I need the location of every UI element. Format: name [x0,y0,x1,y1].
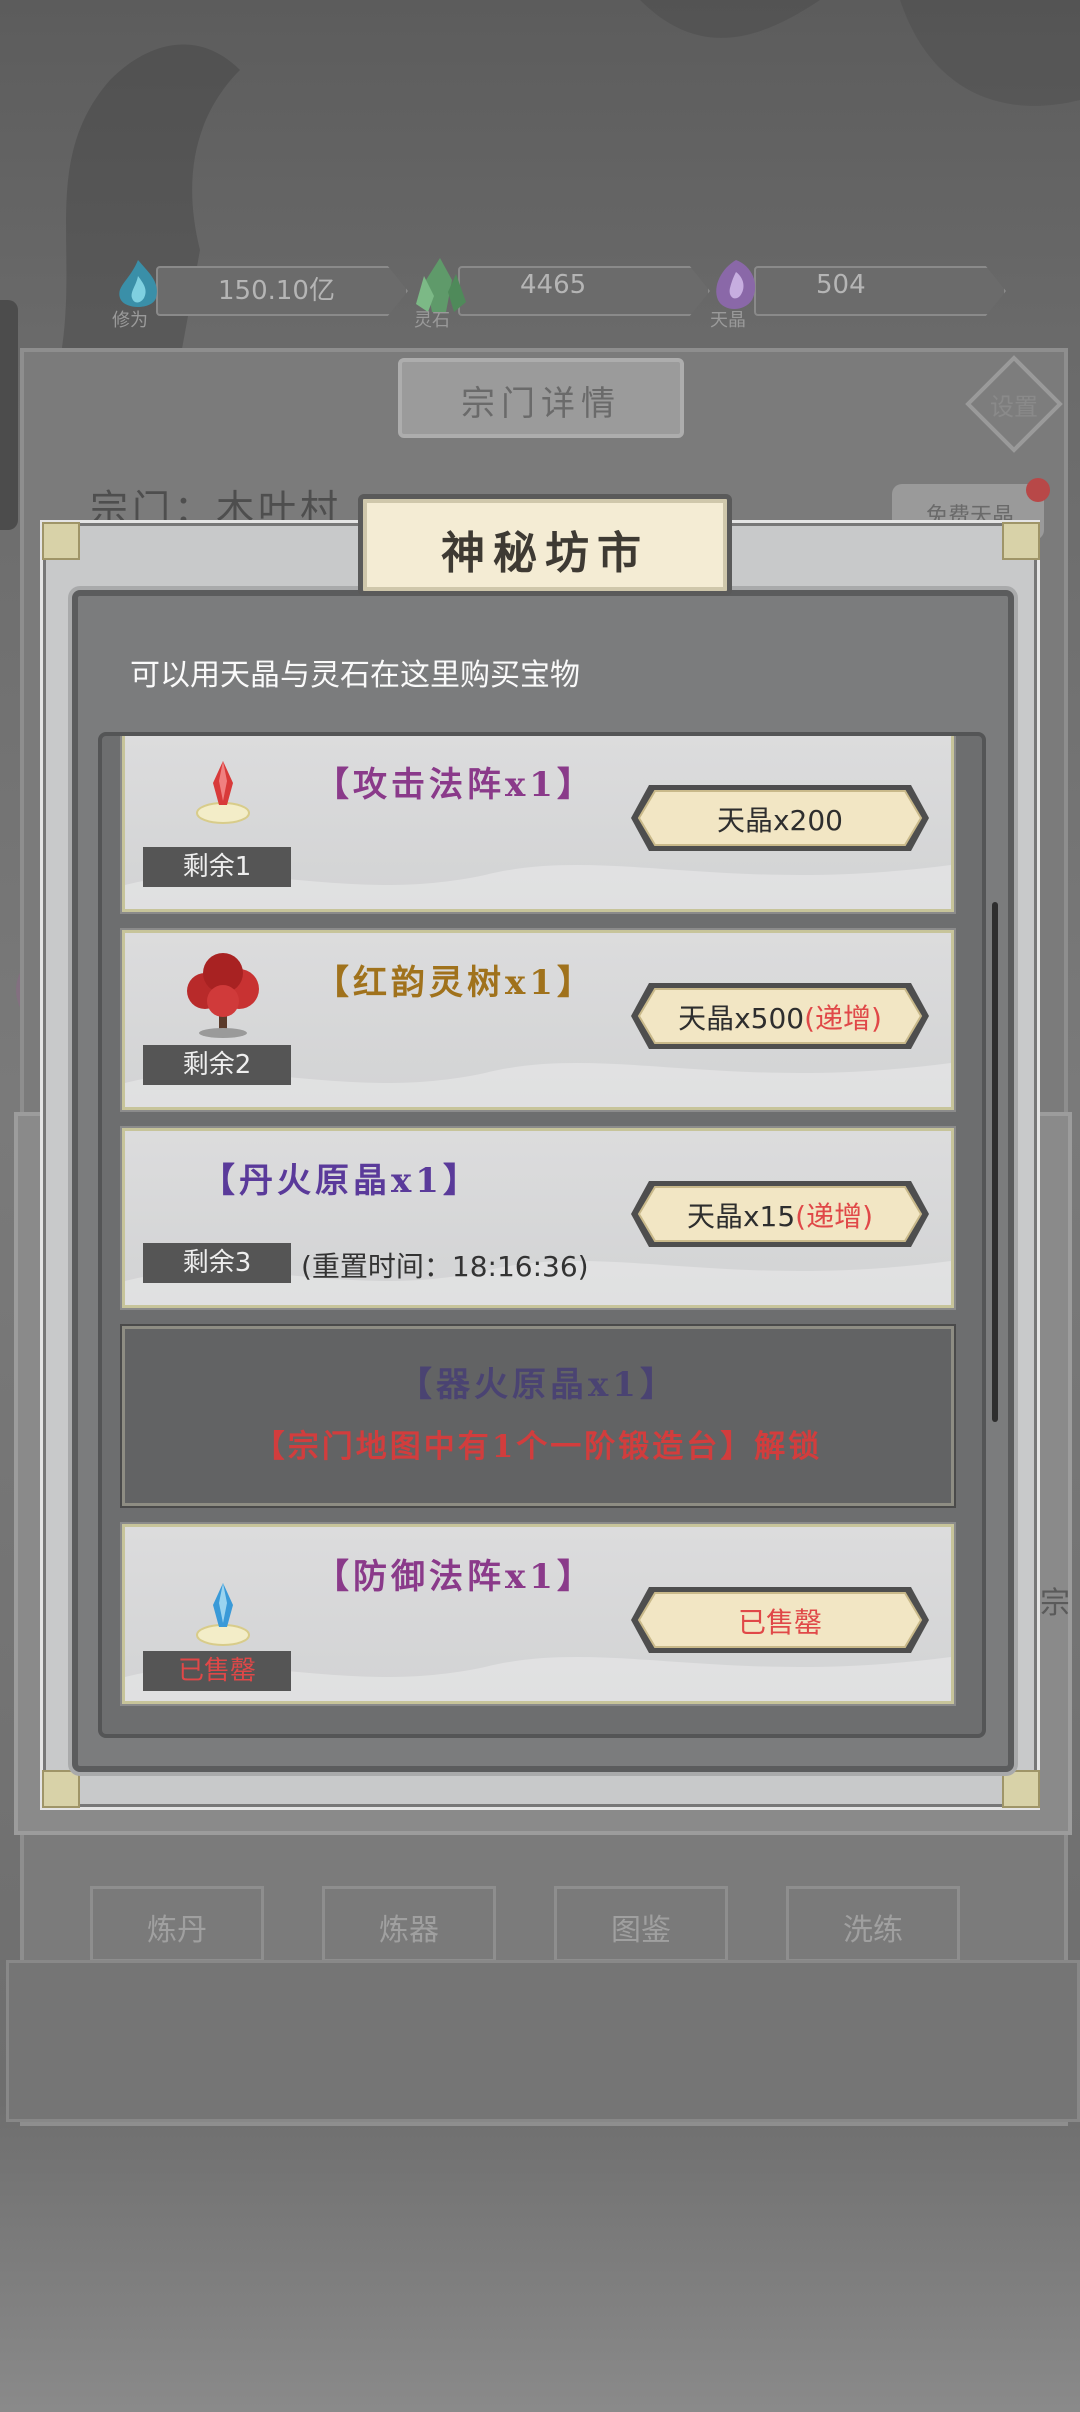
red-spirit-tree-icon [187,953,259,1038]
price-increase-note: (递增) [795,1200,874,1233]
list-item-attack-array: 【攻击法阵x1】 剩余1 天晶x200 [122,736,954,912]
sect-title-plate: 宗门详情 [398,358,684,438]
dialog-title: 神秘坊市 [441,528,649,579]
dialog-title-plate: 神秘坊市 [358,494,732,596]
settings-label: 设置 [990,393,1038,421]
attack-array-crystal-icon [196,761,250,824]
resource-value: 4465 [520,270,587,300]
price-increase-note: (递增) [804,1002,882,1035]
item-name: 【红韵灵树x1】 [315,963,595,1003]
frame-corner [1002,522,1040,560]
resource-spirit-stone: 4465 灵石 [410,256,710,331]
price-label: 天晶x500(递增) [627,997,933,1037]
forging-label: 炼器 [379,1913,439,1948]
settings-button[interactable]: 设置 [964,354,1064,454]
alchemy-button[interactable]: 炼丹 [90,1886,264,1962]
price-value: 天晶x200 [716,804,843,837]
left-edge-tab [0,300,18,530]
resource-cultivation: 150.10亿 修为 [108,256,408,331]
stock-badge: 剩余3 [143,1243,291,1283]
resource-value: 150.10亿 [218,276,335,306]
price-value: 天晶x15 [686,1200,796,1233]
unlock-condition: 【宗门地图中有1个一阶锻造台】解锁 [253,1429,823,1465]
list-item-locked-forge-crystal: 【器火原晶x1】 【宗门地图中有1个一阶锻造台】解锁 [122,1326,954,1506]
resource-label: 修为 [112,310,148,331]
price-value: 已售罄 [737,1606,822,1639]
resource-plate [754,266,1006,316]
frame-corner [42,522,80,560]
list-item-red-spirit-tree: 【红韵灵树x1】 剩余2 天晶x500(递增) [122,930,954,1110]
frame-corner [1002,1770,1040,1808]
frame-corner [42,1770,80,1808]
codex-label: 图鉴 [611,1913,671,1948]
buy-button[interactable]: 天晶x200 [627,781,933,855]
price-value: 天晶x500 [678,1002,805,1035]
bottom-area [6,1960,1080,2122]
stock-badge: 剩余2 [143,1045,291,1085]
price-label: 天晶x200 [627,799,933,839]
resource-value: 504 [816,270,866,300]
defense-array-crystal-icon [196,1583,250,1646]
item-list[interactable]: 【攻击法阵x1】 剩余1 天晶x200 【红韵灵树x1】 剩余2 天晶x500(… [98,732,986,1738]
buy-button[interactable]: 天晶x15(递增) [627,1177,933,1251]
refine-label: 洗练 [843,1913,903,1948]
price-label: 已售罄 [627,1601,933,1641]
resource-label: 天晶 [710,310,746,331]
right-edge-text: 宗 [1040,1586,1070,1621]
list-scrollbar[interactable] [992,902,998,1422]
resource-heaven-crystal: 504 天晶 [706,256,1006,331]
price-label: 天晶x15(递增) [627,1195,933,1235]
codex-button[interactable]: 图鉴 [554,1886,728,1962]
forging-button[interactable]: 炼器 [322,1886,496,1962]
refine-button[interactable]: 洗练 [786,1886,960,1962]
stock-badge-sold-out: 已售罄 [143,1651,291,1691]
buy-button[interactable]: 天晶x500(递增) [627,979,933,1053]
sect-title: 宗门详情 [461,384,621,424]
stock-badge: 剩余1 [143,847,291,887]
mystery-market-dialog: 神秘坊市 可以用天晶与灵石在这里购买宝物 【攻击法阵x1】 剩余1 天晶x200 [40,494,1040,1810]
reset-timer: (重置时间：18:16:36) [301,1250,589,1283]
list-item-defense-array: 【防御法阵x1】 已售罄 已售罄 [122,1524,954,1704]
item-name: 【丹火原晶x1】 [201,1161,481,1201]
item-name: 【攻击法阵x1】 [315,765,595,805]
resource-label: 灵石 [414,310,450,331]
item-name: 【防御法阵x1】 [315,1557,595,1597]
list-item-pill-fire-crystal: 【丹火原晶x1】 剩余3 (重置时间：18:16:36) 天晶x15(递增) [122,1128,954,1308]
alchemy-label: 炼丹 [147,1913,207,1948]
dialog-description: 可以用天晶与灵石在这里购买宝物 [130,658,580,693]
notification-dot [1026,478,1050,502]
item-name: 【器火原晶x1】 [398,1365,678,1405]
sold-out-button[interactable]: 已售罄 [627,1583,933,1657]
